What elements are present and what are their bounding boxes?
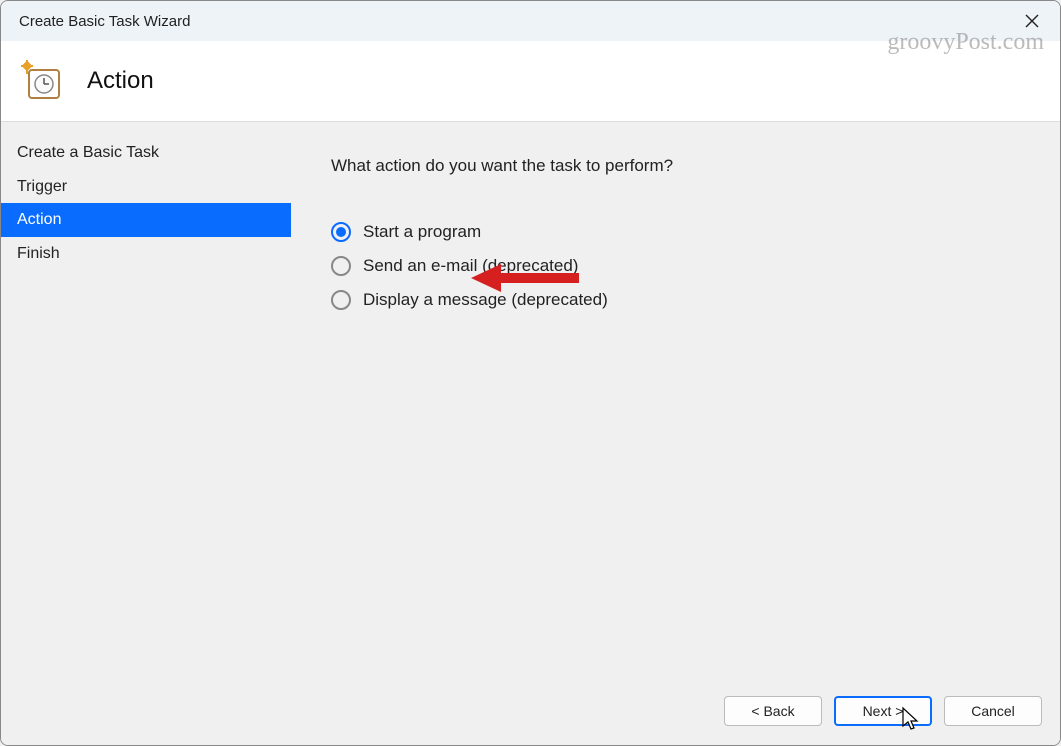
wizard-window: Create Basic Task Wizard Action Create a… [0, 0, 1061, 746]
sidebar-item-label: Action [17, 211, 61, 228]
wizard-body: Create a Basic Task Trigger Action Finis… [1, 121, 1060, 687]
cancel-button[interactable]: Cancel [944, 696, 1042, 726]
sidebar-item-finish[interactable]: Finish [1, 237, 291, 271]
wizard-footer: < Back Next > Cancel [1, 687, 1060, 745]
sidebar-item-label: Trigger [17, 178, 67, 195]
radio-icon [331, 290, 351, 310]
radio-icon [331, 222, 351, 242]
wizard-main: What action do you want the task to perf… [291, 122, 1060, 687]
radio-label: Send an e-mail (deprecated) [363, 256, 578, 276]
task-clock-icon [21, 60, 63, 102]
radio-display-message[interactable]: Display a message (deprecated) [331, 290, 1030, 310]
titlebar: Create Basic Task Wizard [1, 1, 1060, 41]
page-title: Action [87, 67, 154, 95]
radio-start-program[interactable]: Start a program [331, 222, 1030, 242]
radio-label: Display a message (deprecated) [363, 290, 608, 310]
radio-label: Start a program [363, 222, 481, 242]
sidebar-item-create-basic-task[interactable]: Create a Basic Task [1, 136, 291, 170]
sidebar-item-trigger[interactable]: Trigger [1, 170, 291, 204]
radio-icon [331, 256, 351, 276]
radio-send-email[interactable]: Send an e-mail (deprecated) [331, 256, 1030, 276]
window-title: Create Basic Task Wizard [19, 13, 190, 30]
sidebar-item-label: Finish [17, 245, 60, 262]
action-radio-group: Start a program Send an e-mail (deprecat… [331, 222, 1030, 310]
action-prompt: What action do you want the task to perf… [331, 156, 1030, 176]
wizard-sidebar: Create a Basic Task Trigger Action Finis… [1, 122, 291, 687]
sidebar-item-label: Create a Basic Task [17, 144, 159, 161]
back-button[interactable]: < Back [724, 696, 822, 726]
wizard-header: Action [1, 41, 1060, 121]
close-icon [1025, 14, 1039, 28]
sidebar-item-action[interactable]: Action [1, 203, 291, 237]
next-button[interactable]: Next > [834, 696, 932, 726]
close-button[interactable] [1014, 7, 1050, 35]
